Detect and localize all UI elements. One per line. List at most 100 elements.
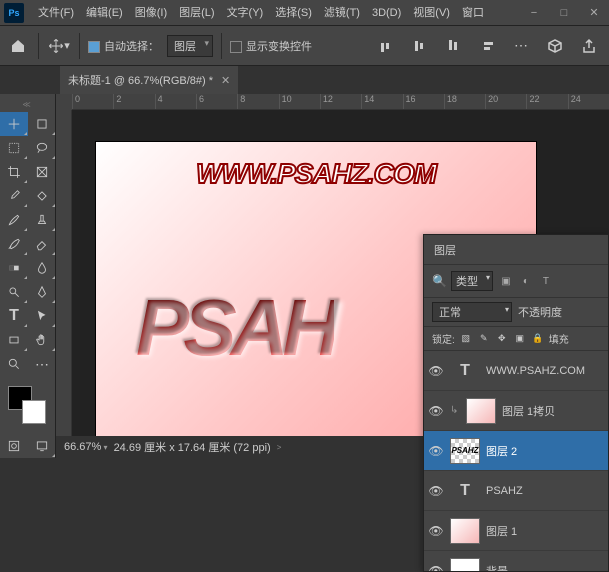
layer-name[interactable]: 图层 2: [486, 443, 604, 459]
pen-tool[interactable]: [28, 280, 56, 304]
hand-tool[interactable]: [28, 328, 56, 352]
layers-tab[interactable]: 图层: [424, 235, 608, 265]
layer-row[interactable]: 👁 T WWW.PSAHZ.COM: [424, 351, 608, 391]
layer-filter-bar: 🔍 类型 ▣ ◐ T: [424, 265, 608, 298]
visibility-icon[interactable]: 👁: [428, 404, 444, 418]
ruler-origin[interactable]: [56, 94, 72, 110]
lock-position-icon[interactable]: ✥: [495, 333, 509, 344]
visibility-icon[interactable]: 👁: [428, 484, 444, 498]
close-icon[interactable]: ✕: [221, 74, 230, 87]
lock-pixels-icon[interactable]: ▧: [459, 333, 473, 344]
document-title: 未标题-1 @ 66.7%(RGB/8#) *: [68, 72, 213, 88]
dodge-tool[interactable]: [0, 280, 28, 304]
menu-select[interactable]: 选择(S): [269, 0, 318, 26]
menu-3d[interactable]: 3D(D): [366, 0, 407, 26]
quickmask-tool[interactable]: [0, 434, 28, 458]
blur-tool[interactable]: [28, 256, 56, 280]
crop-tool[interactable]: [0, 160, 28, 184]
window-close[interactable]: ✕: [579, 0, 609, 26]
options-bar: ▾ 自动选择： 图层 显示变换控件 ⋯: [0, 26, 609, 66]
move-tool-icon[interactable]: ▾: [47, 34, 71, 58]
layers-panel: 图层 🔍 类型 ▣ ◐ T 正常 不透明度 锁定: ▧ ✎ ✥ ▣ 🔒 填充 👁…: [423, 234, 609, 572]
brush-tool[interactable]: [0, 208, 28, 232]
window-maximize[interactable]: □: [549, 0, 579, 26]
layer-name[interactable]: 背景: [486, 563, 604, 572]
filter-adjust-icon[interactable]: ◐: [519, 274, 533, 288]
visibility-icon[interactable]: 👁: [428, 444, 444, 458]
layer-row[interactable]: 👁 图层 1: [424, 511, 608, 551]
zoom-level[interactable]: 66.67%: [64, 441, 108, 453]
layer-name[interactable]: PSAHZ: [486, 485, 604, 497]
background-color[interactable]: [22, 400, 46, 424]
menu-type[interactable]: 文字(Y): [221, 0, 270, 26]
history-brush-tool[interactable]: [0, 232, 28, 256]
share-icon[interactable]: [577, 34, 601, 58]
stamp-tool[interactable]: [28, 208, 56, 232]
lasso-tool[interactable]: [28, 136, 56, 160]
layer-thumb-text: T: [450, 478, 480, 504]
toolbox: ≪ T ⋯: [0, 94, 56, 458]
menu-window[interactable]: 窗口: [456, 0, 490, 26]
ruler-horizontal[interactable]: 024681012141618202224: [72, 94, 609, 110]
menubar: Ps 文件(F) 编辑(E) 图像(I) 图层(L) 文字(Y) 选择(S) 滤…: [0, 0, 609, 26]
menu-image[interactable]: 图像(I): [129, 0, 173, 26]
layer-row[interactable]: 👁 T PSAHZ: [424, 471, 608, 511]
layer-row[interactable]: 👁 背景: [424, 551, 608, 571]
auto-select-check[interactable]: 自动选择：: [88, 38, 159, 54]
edit-toolbar[interactable]: ⋯: [28, 352, 56, 376]
lock-artboard-icon[interactable]: ▣: [513, 333, 527, 344]
layer-name[interactable]: 图层 1拷贝: [502, 403, 604, 419]
home-icon[interactable]: [6, 34, 30, 58]
layer-row[interactable]: 👁 ↳ 图层 1拷贝: [424, 391, 608, 431]
menu-view[interactable]: 视图(V): [407, 0, 456, 26]
blend-mode-row: 正常 不透明度: [424, 298, 608, 327]
layer-thumb: [466, 398, 496, 424]
healing-tool[interactable]: [28, 184, 56, 208]
layer-name[interactable]: 图层 1: [486, 523, 604, 539]
gradient-tool[interactable]: [0, 256, 28, 280]
more-icon[interactable]: ⋯: [509, 34, 533, 58]
move-tool[interactable]: [0, 112, 28, 136]
auto-select-dd[interactable]: 图层: [167, 35, 213, 57]
artboard-tool[interactable]: [28, 112, 56, 136]
align-vcenter-icon[interactable]: [407, 34, 431, 58]
rectangle-tool[interactable]: [0, 328, 28, 352]
filter-type-dd[interactable]: 类型: [451, 271, 493, 291]
show-transform-check[interactable]: 显示变换控件: [230, 38, 312, 54]
menu-layer[interactable]: 图层(L): [173, 0, 220, 26]
filter-pixel-icon[interactable]: ▣: [499, 274, 513, 288]
filter-type-icon[interactable]: T: [539, 274, 553, 288]
type-tool[interactable]: T: [0, 304, 28, 328]
menu-file[interactable]: 文件(F): [32, 0, 80, 26]
ruler-vertical[interactable]: [56, 110, 72, 458]
3d-icon[interactable]: [543, 34, 567, 58]
fill-label: 填充: [549, 331, 569, 346]
visibility-icon[interactable]: 👁: [428, 364, 444, 378]
layer-list: 👁 T WWW.PSAHZ.COM 👁 ↳ 图层 1拷贝 👁 图层 2 👁 T …: [424, 351, 608, 571]
frame-tool[interactable]: [28, 160, 56, 184]
align-top-icon[interactable]: [373, 34, 397, 58]
lock-brush-icon[interactable]: ✎: [477, 333, 491, 344]
eraser-tool[interactable]: [28, 232, 56, 256]
lock-row: 锁定: ▧ ✎ ✥ ▣ 🔒 填充: [424, 327, 608, 351]
window-minimize[interactable]: −: [519, 0, 549, 26]
screenmode-tool[interactable]: [28, 434, 56, 458]
menu-filter[interactable]: 滤镜(T): [318, 0, 366, 26]
visibility-icon[interactable]: 👁: [428, 564, 444, 572]
layer-name[interactable]: WWW.PSAHZ.COM: [486, 365, 604, 377]
menu-edit[interactable]: 编辑(E): [80, 0, 129, 26]
layer-row[interactable]: 👁 图层 2: [424, 431, 608, 471]
marquee-tool[interactable]: [0, 136, 28, 160]
lock-all-icon[interactable]: 🔒: [531, 333, 545, 344]
eyedropper-tool[interactable]: [0, 184, 28, 208]
visibility-icon[interactable]: 👁: [428, 524, 444, 538]
watermark-text: WWW.PSAHZ.COM: [96, 158, 536, 190]
color-swatches[interactable]: [0, 382, 55, 434]
zoom-tool[interactable]: [0, 352, 28, 376]
document-tab[interactable]: 未标题-1 @ 66.7%(RGB/8#) * ✕: [60, 66, 238, 94]
blend-mode-dd[interactable]: 正常: [432, 302, 512, 322]
align-left-icon[interactable]: [475, 34, 499, 58]
align-bottom-icon[interactable]: [441, 34, 465, 58]
path-select-tool[interactable]: [28, 304, 56, 328]
search-icon[interactable]: 🔍: [432, 274, 447, 288]
